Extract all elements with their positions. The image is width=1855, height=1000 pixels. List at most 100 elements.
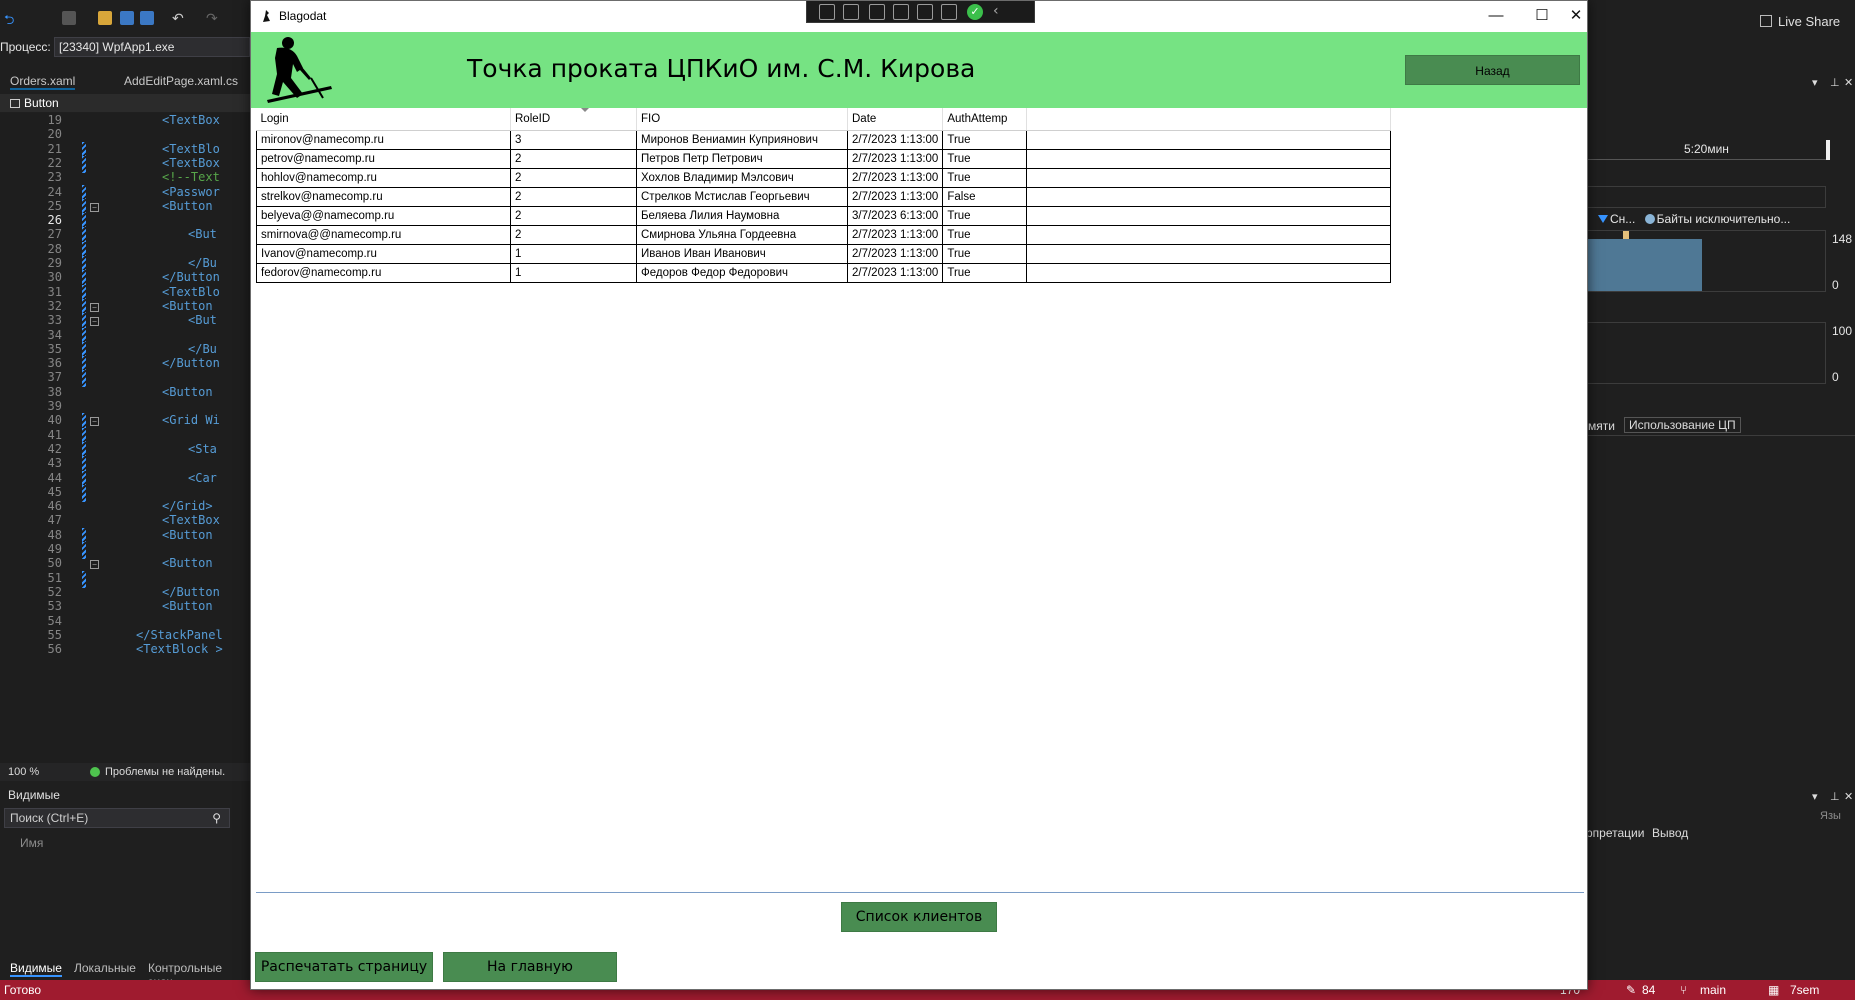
accessibility-icon[interactable] (941, 4, 957, 20)
cell-fio[interactable]: Петров Петр Петрович (636, 149, 848, 169)
cell-login[interactable]: hohlov@namecomp.ru (256, 168, 511, 188)
branch-name[interactable]: main (1700, 983, 1726, 997)
column-header-date[interactable]: Date (847, 108, 944, 131)
redo-icon[interactable]: ↷ (206, 11, 220, 27)
tab-locals[interactable]: Локальные (74, 961, 136, 975)
tab-orders-xaml[interactable]: Orders.xaml (10, 74, 76, 90)
cell-date[interactable]: 3/7/2023 6:13:00 (847, 206, 944, 226)
watch-search-input[interactable]: Поиск (Ctrl+E) ⚲ (4, 808, 230, 828)
cell-login[interactable]: fedorov@namecomp.ru (256, 263, 511, 283)
collapse-toolbar-icon[interactable]: ‹ (993, 4, 1009, 20)
table-row[interactable]: strelkov@namecomp.ru 2 Стрелков Мстислав Г… (256, 187, 1392, 207)
close-icon[interactable]: ✕ (1844, 76, 1853, 89)
cell-date[interactable]: 2/7/2023 1:13:00 (847, 263, 944, 283)
new-project-icon[interactable] (62, 11, 76, 25)
collapse-icon[interactable]: − (90, 417, 99, 427)
column-header-authattemp[interactable]: AuthAttemp (942, 108, 1028, 131)
collapse-icon[interactable]: − (90, 317, 99, 327)
cell-authattemp[interactable]: True (942, 225, 1028, 245)
table-row[interactable]: smirnova@@namecomp.ru 2 Смирнова Ульяна Го… (256, 225, 1392, 245)
table-row[interactable]: petrov@namecomp.ru 2 Петров Петр Петрович 2… (256, 149, 1392, 169)
cell-login[interactable]: smirnova@@namecomp.ru (256, 225, 511, 245)
clients-list-button[interactable]: Список клиентов (841, 902, 997, 932)
cell-fio[interactable]: Миронов Вениамин Куприянович (636, 129, 848, 150)
cell-fio[interactable]: Федоров Федор Федорович (636, 263, 848, 283)
cell-roleid[interactable]: 2 (510, 168, 637, 188)
table-row[interactable]: Ivanov@namecomp.ru 1 Иванов Иван Иванович 2… (256, 244, 1392, 264)
cell-fio[interactable]: Иванов Иван Иванович (636, 244, 848, 264)
column-header-fio[interactable]: FIO (636, 108, 848, 131)
cell-authattemp[interactable]: True (942, 206, 1028, 226)
edits-count[interactable]: 84 (1642, 983, 1655, 997)
cell-date[interactable]: 2/7/2023 1:13:00 (847, 168, 944, 188)
save-all-icon[interactable] (140, 11, 154, 25)
live-share-button[interactable]: Live Share (1760, 14, 1840, 29)
table-row[interactable]: fedorov@namecomp.ru 1 Федоров Федор Федоро… (256, 263, 1392, 283)
cell-roleid[interactable]: 2 (510, 206, 637, 226)
back-icon[interactable]: ⮌ (4, 11, 18, 28)
tab-addeditpage-xaml-cs[interactable]: AddEditPage.xaml.cs (124, 74, 238, 88)
collapse-icon[interactable]: − (90, 560, 99, 570)
live-visual-tree-icon[interactable] (819, 4, 835, 20)
select-element-icon[interactable] (869, 4, 885, 20)
maximize-button[interactable]: ☐ (1519, 1, 1565, 31)
cell-roleid[interactable]: 2 (510, 149, 637, 169)
cell-login[interactable]: strelkov@namecomp.ru (256, 187, 511, 207)
back-button[interactable]: Назад (1405, 55, 1580, 85)
close-icon-lower[interactable]: ✕ (1844, 790, 1853, 803)
tab-cpu-usage[interactable]: Использование ЦП (1624, 417, 1741, 433)
timeline-cursor[interactable] (1826, 140, 1830, 160)
save-icon[interactable] (120, 11, 134, 25)
cell-authattemp[interactable]: False (942, 187, 1028, 207)
home-button[interactable]: На главную (443, 952, 617, 982)
code-line[interactable]: 56 <TextBlock > (0, 642, 250, 659)
collapse-icon[interactable]: − (90, 202, 99, 212)
cell-roleid[interactable]: 2 (510, 187, 637, 207)
cell-authattemp[interactable]: True (942, 149, 1028, 169)
users-datagrid[interactable]: Login RoleID FIO Date AuthAttemp mironov@nam… (256, 108, 1584, 893)
cell-date[interactable]: 2/7/2023 1:13:00 (847, 149, 944, 169)
hot-reload-check-icon[interactable]: ✓ (967, 4, 983, 20)
cell-login[interactable]: petrov@namecomp.ru (256, 149, 511, 169)
track-focus-icon[interactable] (843, 4, 859, 20)
cell-date[interactable]: 2/7/2023 1:13:00 (847, 129, 944, 150)
xaml-element-selector[interactable]: Button (0, 94, 250, 112)
repo-name[interactable]: 7sem (1790, 983, 1819, 997)
cell-roleid[interactable]: 2 (510, 225, 637, 245)
dropdown-icon[interactable]: ▾ (1812, 76, 1818, 89)
cell-authattemp[interactable]: True (942, 168, 1028, 188)
collapse-icon[interactable]: − (90, 302, 99, 312)
tab-interpretation[interactable]: рпретации (1586, 826, 1644, 840)
table-row[interactable]: belyeva@@namecomp.ru 2 Беляева Лилия Наумо… (256, 206, 1392, 226)
close-button[interactable]: ✕ (1565, 1, 1587, 31)
cell-fio[interactable]: Беляева Лилия Наумовна (636, 206, 848, 226)
cell-login[interactable]: belyeva@@namecomp.ru (256, 206, 511, 226)
cell-authattemp[interactable]: True (942, 263, 1028, 283)
table-row[interactable]: hohlov@namecomp.ru 2 Хохлов Владимир Мэлсо… (256, 168, 1392, 188)
cell-fio[interactable]: Смирнова Ульяна Гордеевна (636, 225, 848, 245)
column-header-roleid[interactable]: RoleID (510, 108, 637, 131)
pin-icon[interactable]: ⊥ (1830, 76, 1840, 89)
table-row[interactable]: mironov@namecomp.ru 3 Миронов Вениамин Куп… (256, 129, 1392, 150)
minimize-button[interactable]: — (1473, 1, 1519, 31)
cell-roleid[interactable]: 1 (510, 244, 637, 264)
code-editor[interactable]: 19 <TextBox 20 21 <TextBlo 22 <TextBox 23 <!--Te… (0, 113, 250, 765)
cell-roleid[interactable]: 1 (510, 263, 637, 283)
cell-date[interactable]: 2/7/2023 1:13:00 (847, 187, 944, 207)
cell-date[interactable]: 2/7/2023 1:13:00 (847, 225, 944, 245)
cell-authattemp[interactable]: True (942, 129, 1028, 150)
hot-reload-display-icon[interactable] (917, 4, 933, 20)
pin-icon-lower[interactable]: ⊥ (1830, 790, 1840, 803)
tab-memory[interactable]: мяти (1588, 419, 1615, 433)
tab-output[interactable]: Вывод (1652, 826, 1688, 840)
tab-autos[interactable]: Видимые (10, 961, 62, 977)
cell-login[interactable]: mironov@namecomp.ru (256, 129, 511, 150)
problems-status[interactable]: Проблемы не найдены. (105, 766, 225, 778)
cell-fio[interactable]: Стрелков Мстислав Георгьевич (636, 187, 848, 207)
search-icon[interactable]: ⚲ (212, 811, 221, 825)
open-folder-icon[interactable] (98, 11, 112, 25)
process-dropdown[interactable]: [23340] WpfApp1.exe (54, 37, 250, 57)
cell-roleid[interactable]: 3 (510, 129, 637, 150)
dropdown-icon-lower[interactable]: ▾ (1812, 790, 1818, 803)
diagnostic-timeline[interactable]: 5:20мин (1586, 138, 1830, 160)
